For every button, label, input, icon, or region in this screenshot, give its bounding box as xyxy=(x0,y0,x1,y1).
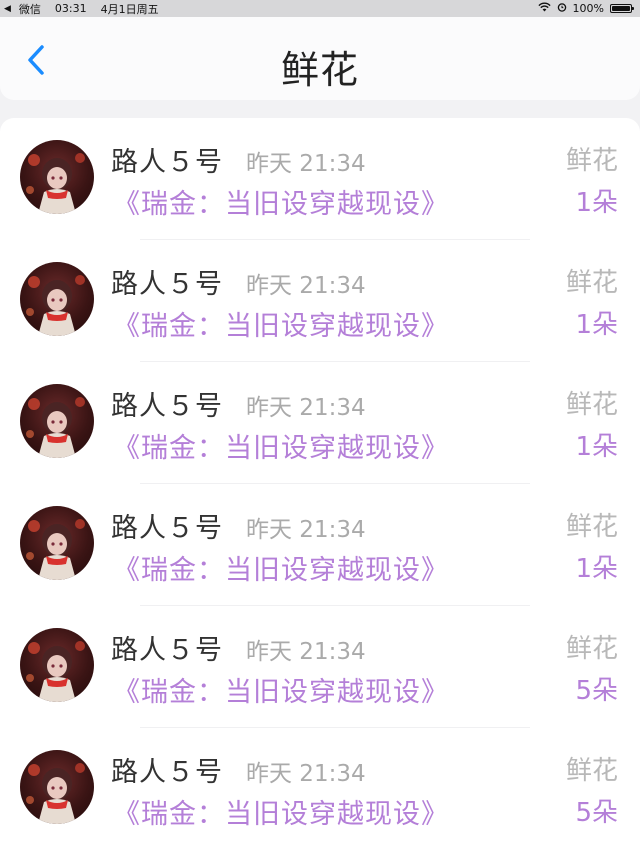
status-bar: ◀ 微信 03:31 4月1日周五 100% xyxy=(0,0,640,17)
avatar-illustration xyxy=(26,641,85,702)
alarm-icon xyxy=(557,2,567,15)
avatar-illustration xyxy=(26,275,85,336)
user-name: 路人５号 xyxy=(111,757,223,788)
avatar[interactable] xyxy=(20,262,94,336)
back-app-label[interactable]: 微信 xyxy=(19,1,41,17)
timestamp: 昨天 21:34 xyxy=(246,395,366,421)
user-name: 路人５号 xyxy=(111,147,223,178)
gift-count: 1朵 xyxy=(575,432,618,462)
book-title-link[interactable]: 《瑞金：当旧设穿越现设》 xyxy=(113,548,449,587)
timestamp: 昨天 21:34 xyxy=(246,761,366,787)
back-to-app-icon[interactable]: ◀ xyxy=(4,4,11,14)
list-item[interactable]: 路人５号 昨天 21:34 《瑞金：当旧设穿越现设》 鲜花 1朵 xyxy=(0,362,640,484)
gift-type: 鲜花 xyxy=(565,634,618,664)
gift-count: 5朵 xyxy=(575,676,618,706)
book-title-link[interactable]: 《瑞金：当旧设穿越现设》 xyxy=(113,670,449,709)
navigation-bar: 鲜花 xyxy=(0,17,640,100)
list-item[interactable]: 路人５号 昨天 21:34 《瑞金：当旧设穿越现设》 鲜花 1朵 xyxy=(0,484,640,606)
page-title: 鲜花 xyxy=(280,48,359,92)
avatar-illustration xyxy=(26,519,85,580)
gift-type: 鲜花 xyxy=(565,756,618,786)
user-name: 路人５号 xyxy=(111,513,223,544)
gift-type: 鲜花 xyxy=(565,146,618,176)
status-date: 4月1日周五 xyxy=(100,2,159,16)
user-name: 路人５号 xyxy=(111,269,223,300)
list-item[interactable]: 路人５号 昨天 21:34 《瑞金：当旧设穿越现设》 鲜花 5朵 xyxy=(0,606,640,728)
avatar[interactable] xyxy=(20,628,94,702)
gift-count: 1朵 xyxy=(575,554,618,584)
list-item[interactable]: 路人５号 昨天 21:34 《瑞金：当旧设穿越现设》 鲜花 5朵 xyxy=(0,728,640,850)
gift-count: 1朵 xyxy=(575,310,618,340)
avatar-illustration xyxy=(26,763,85,824)
timestamp: 昨天 21:34 xyxy=(246,517,366,543)
battery-icon xyxy=(610,4,634,13)
user-name: 路人５号 xyxy=(111,391,223,422)
avatar[interactable] xyxy=(20,140,94,214)
gift-count: 1朵 xyxy=(575,188,618,218)
avatar[interactable] xyxy=(20,750,94,824)
flower-record-list: 路人５号 昨天 21:34 《瑞金：当旧设穿越现设》 鲜花 1朵 路人５号 昨天… xyxy=(0,118,640,853)
book-title-link[interactable]: 《瑞金：当旧设穿越现设》 xyxy=(113,182,449,221)
status-bar-right: 100% xyxy=(537,2,634,15)
book-title-link[interactable]: 《瑞金：当旧设穿越现设》 xyxy=(113,426,449,465)
book-title-link[interactable]: 《瑞金：当旧设穿越现设》 xyxy=(113,792,449,831)
user-name: 路人５号 xyxy=(111,635,223,666)
book-title-link[interactable]: 《瑞金：当旧设穿越现设》 xyxy=(113,304,449,343)
status-bar-left: ◀ 微信 03:31 4月1日周五 xyxy=(4,1,159,17)
avatar-illustration xyxy=(26,397,85,458)
avatar-illustration xyxy=(26,153,85,214)
wifi-icon xyxy=(537,2,551,15)
timestamp: 昨天 21:34 xyxy=(246,639,366,665)
avatar[interactable] xyxy=(20,384,94,458)
gift-type: 鲜花 xyxy=(565,512,618,542)
timestamp: 昨天 21:34 xyxy=(246,273,366,299)
status-time: 03:31 xyxy=(54,2,87,15)
avatar[interactable] xyxy=(20,506,94,580)
battery-percent: 100% xyxy=(572,2,604,15)
gift-count: 5朵 xyxy=(575,798,618,828)
list-item[interactable]: 路人５号 昨天 21:34 《瑞金：当旧设穿越现设》 鲜花 1朵 xyxy=(0,118,640,240)
list-item[interactable]: 路人５号 昨天 21:34 《瑞金：当旧设穿越现设》 鲜花 1朵 xyxy=(0,240,640,362)
gift-type: 鲜花 xyxy=(565,390,618,420)
timestamp: 昨天 21:34 xyxy=(246,151,366,177)
gift-type: 鲜花 xyxy=(565,268,618,298)
